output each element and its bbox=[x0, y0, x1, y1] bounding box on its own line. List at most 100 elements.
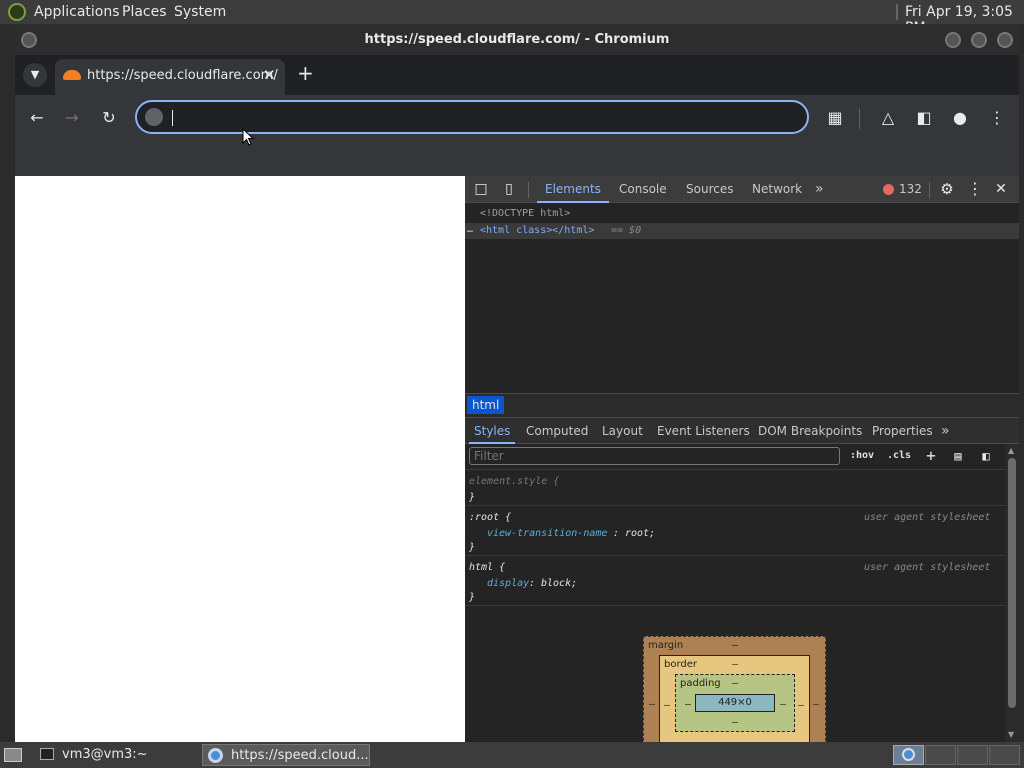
panel-separator-icon bbox=[896, 4, 898, 20]
breadcrumb-html[interactable]: html bbox=[467, 396, 505, 414]
scroll-down-arrow-icon[interactable]: ▼ bbox=[1008, 730, 1014, 739]
minimize-icon[interactable] bbox=[945, 32, 961, 48]
toggle-sidebar-icon[interactable]: ◧ bbox=[974, 444, 998, 468]
margin-label: margin bbox=[648, 640, 684, 651]
boxmodel-border[interactable]: border – – – padding – – – – 449×0 bbox=[659, 655, 810, 747]
show-desktop-icon[interactable] bbox=[4, 748, 22, 762]
selected-dom-row[interactable]: … <html class></html> == $0 bbox=[465, 223, 1019, 239]
profile-avatar-icon[interactable]: ● bbox=[948, 106, 972, 130]
device-toolbar-icon[interactable]: ▯ bbox=[497, 177, 521, 201]
devtools-settings-icon[interactable]: ⚙ bbox=[935, 177, 959, 201]
maximize-icon[interactable] bbox=[971, 32, 987, 48]
applications-menu[interactable]: Applications bbox=[34, 4, 120, 20]
root-source: user agent stylesheet bbox=[864, 512, 991, 523]
rule-divider-2 bbox=[465, 555, 1005, 556]
html-element-line[interactable]: <html class></html> bbox=[480, 225, 594, 236]
new-style-rule-icon[interactable]: + bbox=[919, 444, 943, 468]
computed-styles-icon[interactable]: ▤ bbox=[946, 444, 970, 468]
styles-filter-input[interactable] bbox=[469, 447, 840, 465]
toolbar: ← → ↻ ▦ △ ◧ ● ⋮ bbox=[15, 95, 1019, 142]
close-tab-icon[interactable]: ✕ bbox=[263, 66, 276, 84]
window-titlebar[interactable]: https://speed.cloudflare.com/ - Chromium bbox=[15, 24, 1019, 55]
rule-divider-1 bbox=[465, 505, 1005, 506]
devtools-close-icon[interactable]: ✕ bbox=[989, 177, 1013, 201]
taskbar-chromium[interactable]: https://speed.cloud... bbox=[202, 744, 370, 766]
reload-icon[interactable]: ↻ bbox=[97, 106, 121, 130]
scrollbar-thumb[interactable] bbox=[1008, 458, 1016, 708]
scroll-up-arrow-icon[interactable]: ▲ bbox=[1008, 446, 1014, 455]
boxmodel-margin[interactable]: margin – – – border – – – padding – – – … bbox=[643, 636, 826, 747]
html-property[interactable]: display bbox=[487, 578, 529, 589]
tab-elements[interactable]: Elements bbox=[537, 176, 609, 203]
doctype-line[interactable]: <!DOCTYPE html> bbox=[480, 208, 570, 219]
address-bar[interactable] bbox=[135, 100, 809, 134]
more-tabs-icon[interactable]: » bbox=[815, 176, 824, 203]
taskbar: vm3@vm3:~ https://speed.cloud... bbox=[0, 742, 1024, 768]
devtools-divider-2 bbox=[929, 182, 930, 198]
chromium-task-title: https://speed.cloud... bbox=[231, 748, 369, 763]
error-icon[interactable] bbox=[883, 184, 894, 195]
root-colon: : bbox=[613, 528, 620, 539]
tab-styles[interactable]: Styles bbox=[469, 418, 516, 444]
toolbar-separator bbox=[859, 109, 860, 129]
styles-scrollbar[interactable]: ▲ ▼ bbox=[1005, 444, 1019, 742]
root-value[interactable]: root; bbox=[625, 528, 655, 539]
more-menu-icon[interactable]: ⋮ bbox=[985, 106, 1009, 130]
border-left-value: – bbox=[664, 700, 671, 711]
mouse-pointer-icon bbox=[242, 128, 254, 146]
styles-divider bbox=[465, 469, 1005, 470]
page-viewport[interactable] bbox=[15, 176, 465, 742]
tab-computed[interactable]: Computed bbox=[526, 418, 588, 444]
back-icon[interactable]: ← bbox=[25, 106, 49, 130]
system-menu[interactable]: System bbox=[174, 4, 226, 20]
root-property[interactable]: view-transition-name bbox=[487, 528, 607, 539]
tab-event-listeners[interactable]: Event Listeners bbox=[657, 418, 750, 444]
workspace-2[interactable] bbox=[925, 745, 956, 765]
devtools-tabbar: □ ▯ Elements Console Sources Network » 1… bbox=[465, 176, 1019, 203]
border-right-value: – bbox=[798, 700, 805, 711]
html-selector[interactable]: html { bbox=[469, 562, 505, 573]
extensions-icon[interactable]: ▦ bbox=[823, 106, 847, 130]
tab-console[interactable]: Console bbox=[619, 176, 667, 203]
workspace-3[interactable] bbox=[957, 745, 988, 765]
cls-toggle[interactable]: .cls bbox=[887, 450, 911, 461]
side-panel-icon[interactable]: ◧ bbox=[912, 106, 936, 130]
tab-dom-breakpoints[interactable]: DOM Breakpoints bbox=[758, 418, 862, 444]
tab-properties[interactable]: Properties bbox=[872, 418, 933, 444]
devtools-divider bbox=[528, 182, 529, 198]
forward-icon[interactable]: → bbox=[60, 106, 84, 130]
terminal-icon bbox=[40, 748, 54, 760]
selected-marker: == $0 bbox=[611, 225, 642, 236]
dom-expand-ellipsis[interactable]: … bbox=[467, 224, 473, 235]
root-close: } bbox=[469, 542, 476, 553]
site-info-icon[interactable] bbox=[145, 108, 163, 126]
margin-left-value: – bbox=[649, 699, 656, 710]
tab-speed-cloudflare[interactable]: https://speed.cloudflare.com/ ✕ bbox=[55, 59, 285, 95]
devtools-more-icon[interactable]: ⋮ bbox=[963, 177, 987, 201]
close-window-icon[interactable] bbox=[997, 32, 1013, 48]
taskbar-terminal[interactable]: vm3@vm3:~ bbox=[34, 744, 194, 766]
root-selector[interactable]: :root { bbox=[469, 512, 511, 523]
html-value[interactable]: block; bbox=[541, 578, 577, 589]
tab-sources[interactable]: Sources bbox=[686, 176, 733, 203]
tab-network[interactable]: Network bbox=[752, 176, 802, 203]
boxmodel-padding[interactable]: padding – – – – 449×0 bbox=[675, 674, 795, 732]
workspace-4[interactable] bbox=[989, 745, 1020, 765]
gnome-foot-icon[interactable] bbox=[8, 3, 26, 21]
window-menu-icon[interactable] bbox=[21, 32, 37, 48]
places-menu[interactable]: Places bbox=[122, 4, 167, 20]
hov-toggle[interactable]: :hov bbox=[850, 450, 874, 461]
boxmodel-content[interactable]: 449×0 bbox=[695, 694, 775, 712]
more-subtabs-icon[interactable]: » bbox=[941, 418, 950, 444]
tab-layout[interactable]: Layout bbox=[602, 418, 643, 444]
new-tab-button[interactable]: + bbox=[297, 61, 314, 85]
padding-left-value: – bbox=[685, 699, 692, 710]
cloudflare-favicon-icon bbox=[63, 70, 81, 80]
breadcrumb: html bbox=[465, 393, 1019, 418]
element-style-selector[interactable]: element.style { bbox=[469, 476, 559, 487]
labs-flask-icon[interactable]: △ bbox=[876, 106, 900, 130]
inspect-element-icon[interactable]: □ bbox=[469, 177, 493, 201]
tab-search-button[interactable]: ▼ bbox=[23, 63, 47, 87]
error-count[interactable]: 132 bbox=[899, 176, 922, 203]
text-cursor bbox=[172, 110, 173, 126]
